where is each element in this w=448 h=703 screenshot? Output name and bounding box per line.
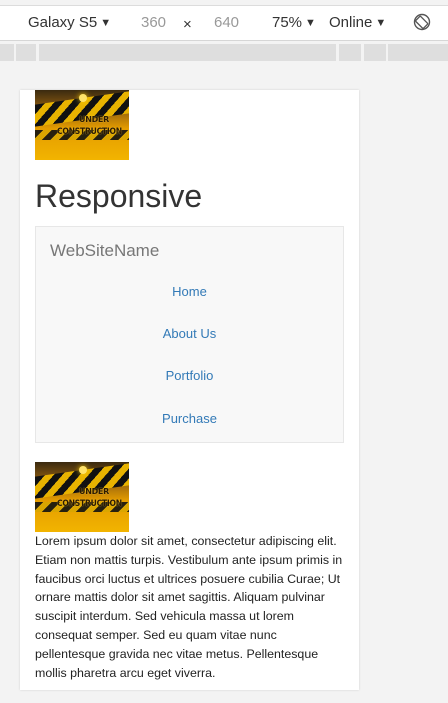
logo-text: UNDER [79,487,109,496]
navbar: WebSiteName Home About Us Portfolio Purc… [35,226,344,443]
ruler-segment[interactable] [339,44,361,61]
network-caret-icon: ▼ [375,17,387,29]
nav-item-home[interactable]: Home [36,284,343,300]
toolbar-top-strip [0,0,448,6]
device-name: Galaxy S5 [28,14,98,31]
nav-item-portfolio[interactable]: Portfolio [36,368,343,384]
zoom-caret-icon: ▼ [305,17,316,29]
navbar-brand[interactable]: WebSiteName [50,241,159,261]
media-query-ruler [0,41,448,61]
height-input[interactable]: 640 [214,13,239,33]
times-icon: × [183,16,192,33]
zoom-value: 75% [272,14,303,31]
width-input[interactable]: 360 [141,13,166,33]
ruler-segment[interactable] [0,44,14,61]
ruler-segment[interactable] [364,44,386,61]
nav-item-purchase[interactable]: Purchase [36,411,343,427]
ruler-segment[interactable] [16,44,36,61]
nav-item-about-us[interactable]: About Us [36,326,343,342]
network-value: Online [329,14,373,31]
ruler-segment[interactable] [388,44,448,61]
page-title: Responsive [35,178,203,214]
device-viewport: UNDER CONSTRUCTION Responsive WebSiteNam… [20,90,359,690]
logo-text: CONSTRUCTION [57,127,122,137]
under-construction-image: UNDER CONSTRUCTION [35,90,129,160]
device-toolbar: Galaxy S5 ▼ 360 × 640 75% ▼ Online ▼ [0,0,448,41]
device-select[interactable]: Galaxy S5 ▼ [28,13,111,34]
lamp-icon [79,94,87,102]
body-text: Lorem ipsum dolor sit amet, consectetur … [35,534,343,680]
logo-text: CONSTRUCTION [57,499,122,509]
zoom-select[interactable]: 75% ▼ [272,13,316,34]
under-construction-image: UNDER CONSTRUCTION [35,462,129,532]
lamp-icon [79,466,87,474]
network-select[interactable]: Online ▼ [329,13,386,34]
device-caret-icon: ▼ [100,17,112,29]
rotate-icon[interactable] [413,13,431,31]
ruler-segment[interactable] [39,44,336,61]
logo-text: UNDER [79,115,109,124]
